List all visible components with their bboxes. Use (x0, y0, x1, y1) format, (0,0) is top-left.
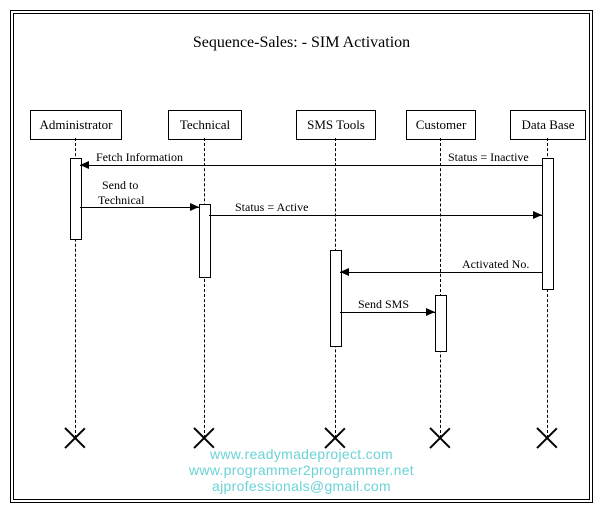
actor-technical: Technical (168, 110, 242, 140)
msg-activated-no: Activated No. (462, 257, 529, 272)
activation-database (542, 158, 554, 290)
msg-status-active: Status = Active (235, 200, 308, 215)
arrowhead-status-active (533, 211, 542, 219)
activation-sms-tools (330, 250, 342, 347)
lifeline-customer (440, 138, 441, 438)
watermark-line3: ajprofessionals@gmail.com (0, 478, 603, 494)
arrow-fetch-info (80, 165, 542, 166)
watermark-line2: www.programmer2programmer.net (0, 462, 603, 478)
arrow-activated-no (340, 272, 542, 273)
activation-customer (435, 295, 447, 352)
msg-send-technical-1: Send to (102, 178, 138, 193)
actor-administrator: Administrator (30, 110, 122, 140)
arrowhead-activated-no (340, 268, 349, 276)
arrowhead-send-sms (426, 308, 435, 316)
msg-send-sms: Send SMS (358, 297, 409, 312)
activation-administrator (70, 158, 82, 240)
diagram-title: Sequence-Sales: - SIM Activation (0, 34, 603, 52)
actor-sms-tools: SMS Tools (296, 110, 376, 140)
msg-status-inactive: Status = Inactive (448, 150, 529, 165)
arrowhead-send-technical (190, 203, 199, 211)
actor-customer: Customer (406, 110, 476, 140)
actor-database: Data Base (510, 110, 586, 140)
arrow-status-active (209, 215, 542, 216)
msg-fetch-info: Fetch Information (96, 150, 183, 165)
msg-send-technical-2: Technical (98, 193, 144, 208)
watermark-line1: www.readymadeproject.com (0, 446, 603, 462)
arrowhead-fetch-info (80, 161, 89, 169)
lifeline-technical (204, 138, 205, 438)
arrow-send-sms (340, 312, 435, 313)
